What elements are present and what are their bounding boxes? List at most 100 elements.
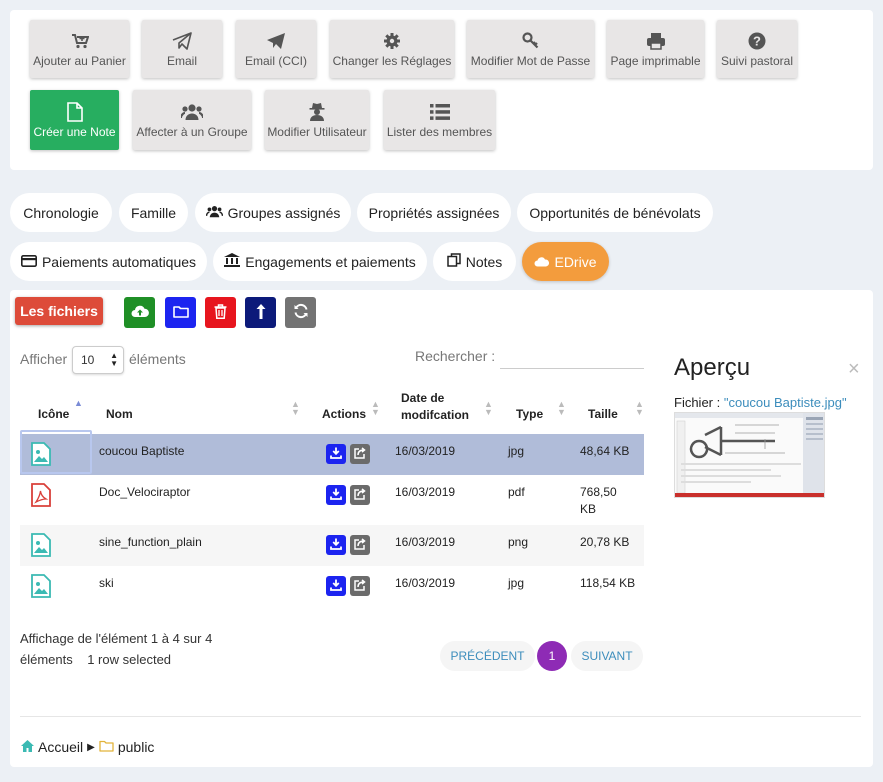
col-header-name[interactable]: Nom bbox=[106, 407, 133, 421]
email-cci-label: Email (CCI) bbox=[245, 53, 307, 68]
actions-panel: Ajouter au Panier Email Email (CCI) Chan… bbox=[10, 10, 873, 170]
tab-groups[interactable]: Groupes assignés bbox=[195, 193, 351, 232]
users-icon bbox=[181, 102, 203, 122]
file-name[interactable]: ski bbox=[99, 575, 114, 592]
download-button[interactable] bbox=[326, 576, 346, 596]
share-button[interactable] bbox=[350, 535, 370, 555]
next-page-button[interactable]: SUIVANT bbox=[571, 641, 643, 671]
file-type: jpg bbox=[508, 444, 525, 458]
preview-file-name[interactable]: "coucou Baptiste.jpg" bbox=[724, 395, 847, 410]
image-icon bbox=[31, 442, 51, 469]
paper-plane-icon bbox=[266, 31, 286, 51]
file-name[interactable]: sine_function_plain bbox=[99, 534, 202, 551]
change-settings-button[interactable]: Changer les Réglages bbox=[330, 20, 454, 78]
upload-button[interactable] bbox=[124, 297, 155, 328]
add-to-cart-button[interactable]: Ajouter au Panier bbox=[30, 20, 129, 78]
delete-button[interactable] bbox=[205, 297, 236, 328]
email-cci-button[interactable]: Email (CCI) bbox=[236, 20, 316, 78]
tab-edrive-label: EDrive bbox=[554, 253, 597, 270]
entries-label: éléments bbox=[129, 351, 186, 367]
image-icon bbox=[31, 533, 51, 560]
change-password-button[interactable]: Modifier Mot de Passe bbox=[467, 20, 594, 78]
table-row[interactable]: sine_function_plain 16/03/2019 png 20,78… bbox=[20, 525, 644, 566]
show-label: Afficher bbox=[20, 351, 68, 367]
create-note-button[interactable]: Créer une Note bbox=[30, 90, 119, 150]
col-header-size[interactable]: Taille bbox=[588, 407, 618, 421]
preview-thumbnail bbox=[674, 412, 825, 498]
page-size-value: 10 bbox=[81, 353, 95, 367]
share-icon bbox=[354, 578, 366, 594]
table-row[interactable]: Doc_Velociraptor 16/03/2019 pdf 768,50 K… bbox=[20, 475, 644, 525]
folder-outline-icon bbox=[99, 739, 114, 755]
breadcrumb: Accueil ▶ public bbox=[21, 739, 154, 755]
file-name[interactable]: Doc_Velociraptor bbox=[99, 484, 190, 501]
file-date: 16/03/2019 bbox=[395, 535, 456, 549]
share-button[interactable] bbox=[350, 576, 370, 596]
tab-volunteer-label: Opportunités de bénévolats bbox=[529, 204, 701, 221]
change-password-label: Modifier Mot de Passe bbox=[470, 53, 591, 68]
new-folder-button[interactable] bbox=[165, 297, 196, 328]
folder-icon bbox=[172, 305, 189, 321]
share-button[interactable] bbox=[350, 485, 370, 505]
previous-page-button[interactable]: PRÉCÉDENT bbox=[440, 641, 535, 671]
search-input[interactable] bbox=[500, 342, 644, 369]
footer-divider bbox=[20, 716, 861, 717]
breadcrumb-folder[interactable]: public bbox=[118, 739, 155, 755]
col-header-date[interactable]: Date de modifcation bbox=[401, 390, 469, 424]
credit-card-icon bbox=[20, 254, 37, 270]
assign-group-button[interactable]: Affecter à un Groupe bbox=[133, 90, 251, 150]
tab-auto-payments[interactable]: Paiements automatiques bbox=[10, 242, 207, 281]
edit-user-button[interactable]: Modifier Utilisateur bbox=[265, 90, 369, 150]
tab-chronology[interactable]: Chronologie bbox=[10, 193, 112, 232]
col-header-date-line1: Date de bbox=[401, 391, 445, 405]
close-preview-icon[interactable]: × bbox=[848, 358, 860, 381]
col-header-type[interactable]: Type bbox=[516, 407, 543, 421]
download-button[interactable] bbox=[326, 444, 346, 464]
tab-properties-label: Propriétés assignées bbox=[368, 204, 500, 221]
page-1-label: 1 bbox=[548, 649, 556, 663]
key-icon bbox=[521, 31, 540, 51]
tab-volunteer[interactable]: Opportunités de bénévolats bbox=[517, 193, 713, 232]
change-settings-label: Changer les Réglages bbox=[332, 53, 452, 68]
file-type: jpg bbox=[508, 576, 525, 590]
rows-selected-label: 1 row selected bbox=[87, 652, 172, 667]
tab-properties[interactable]: Propriétés assignées bbox=[357, 193, 511, 232]
col-header-actions[interactable]: Actions bbox=[322, 407, 366, 421]
tab-edrive[interactable]: EDrive bbox=[522, 242, 609, 281]
download-button[interactable] bbox=[326, 485, 346, 505]
table-row[interactable]: coucou Baptiste 16/03/2019 jpg 48,64 KB bbox=[20, 430, 644, 475]
sort-icon: ▲ ▼ bbox=[557, 399, 566, 417]
sort-icon: ▲ ▼ bbox=[484, 399, 493, 417]
previous-page-label: PRÉCÉDENT bbox=[450, 649, 525, 663]
files-label-badge: Les fichiers bbox=[15, 297, 103, 325]
list-icon bbox=[429, 102, 450, 122]
share-button[interactable] bbox=[350, 444, 370, 464]
refresh-button[interactable] bbox=[285, 297, 316, 328]
list-members-button[interactable]: Lister des membres bbox=[384, 90, 495, 150]
page-1-button[interactable]: 1 bbox=[537, 641, 567, 671]
sort-icon: ▲ ▼ bbox=[371, 399, 380, 417]
create-note-label: Créer une Note bbox=[33, 124, 116, 139]
parent-folder-button[interactable] bbox=[245, 297, 276, 328]
page-size-select[interactable]: 10 ▲ ▼ bbox=[72, 346, 124, 374]
table-info-entries: éléments bbox=[20, 652, 73, 667]
cloud-icon bbox=[534, 254, 550, 270]
download-icon bbox=[330, 488, 342, 503]
file-name[interactable]: coucou Baptiste bbox=[99, 443, 184, 460]
copy-icon bbox=[446, 253, 461, 270]
pastoral-followup-button[interactable]: ? Suivi pastoral bbox=[717, 20, 797, 78]
table-row[interactable]: ski 16/03/2019 jpg 118,54 KB bbox=[20, 566, 644, 616]
home-icon bbox=[21, 739, 34, 755]
col-header-icon[interactable]: Icône bbox=[38, 407, 69, 421]
user-secret-icon bbox=[308, 102, 326, 122]
printable-page-button[interactable]: Page imprimable bbox=[607, 20, 704, 78]
email-button[interactable]: Email bbox=[142, 20, 222, 78]
breadcrumb-home[interactable]: Accueil bbox=[38, 739, 83, 755]
tab-notes[interactable]: Notes bbox=[433, 242, 516, 281]
tab-family[interactable]: Famille bbox=[119, 193, 188, 232]
files-label: Les fichiers bbox=[20, 303, 98, 319]
download-button[interactable] bbox=[326, 535, 346, 555]
cloud-upload-icon bbox=[131, 304, 149, 321]
file-type: png bbox=[508, 535, 529, 549]
tab-pledges[interactable]: Engagements et paiements bbox=[213, 242, 427, 281]
